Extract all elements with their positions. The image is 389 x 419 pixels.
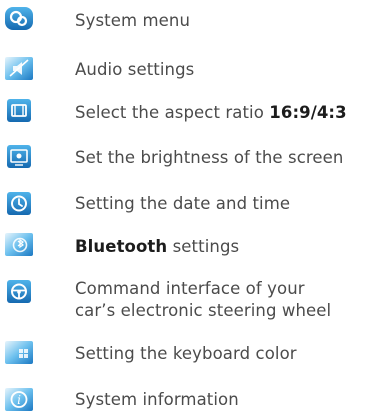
- menu-item-label: Select the aspect ratio 16:9/4:3: [75, 102, 347, 123]
- menu-item-label: System information: [75, 390, 239, 409]
- speaker-muted-icon: [4, 56, 34, 81]
- aspect-ratio-icon: [4, 98, 34, 123]
- steering-wheel-icon: [4, 279, 34, 304]
- aspect-ratio-value: 16:9/4:3: [269, 103, 347, 122]
- label-text: settings: [167, 237, 240, 256]
- info-icon: i: [4, 387, 34, 412]
- menu-item-label: Command interface of your: [75, 279, 305, 298]
- keyboard-color-icon: [4, 340, 34, 365]
- menu-item-label-line2: car’s electronic steering wheel: [75, 301, 332, 320]
- system-menu-icon: [4, 6, 34, 31]
- clock-icon: [4, 191, 34, 216]
- menu-item-label: Bluetooth settings: [75, 236, 239, 257]
- label-text: Select the aspect ratio: [75, 103, 270, 122]
- brightness-icon: [4, 144, 34, 169]
- menu-item-label: System menu: [75, 11, 191, 30]
- menu-item-label: Setting the date and time: [75, 194, 291, 213]
- svg-text:i: i: [17, 393, 21, 407]
- bluetooth-icon: [4, 232, 34, 257]
- menu-item-label: Setting the keyboard color: [75, 344, 297, 363]
- bluetooth-keyword: Bluetooth: [75, 237, 168, 256]
- menu-item-label: Set the brightness of the screen: [75, 148, 344, 167]
- menu-item-label: Audio settings: [75, 60, 195, 79]
